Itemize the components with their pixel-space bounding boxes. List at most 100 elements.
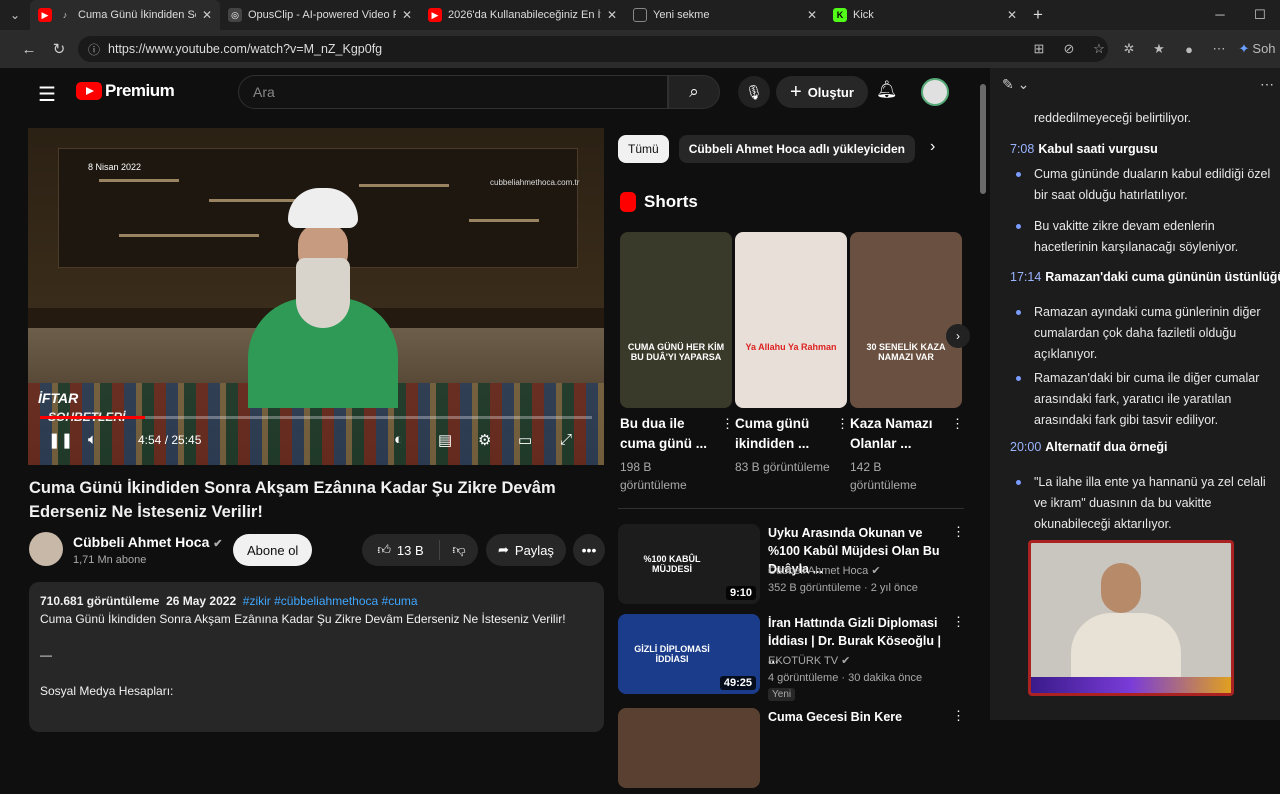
short-thumbnail[interactable]: 30 SENELİK KAZA NAMAZI VAR <box>850 232 962 408</box>
profile-icon[interactable]: ● <box>1174 42 1204 57</box>
theater-mode-icon[interactable]: ▭ <box>518 431 532 449</box>
chip-from-uploader[interactable]: Cübbeli Ahmet Hoca adlı yükleyiciden <box>678 135 915 163</box>
reload-icon[interactable]: ↻ <box>44 40 74 58</box>
recommended-video[interactable]: GİZLİ DİPLOMASİ İDDİASI 49:25 İran Hattınd… <box>618 614 978 701</box>
tab-new[interactable]: Yeni sekme ✕ <box>625 0 825 30</box>
short-card[interactable]: 30 SENELİK KAZA NAMAZI VAR Kaza Namazı Ol… <box>850 232 964 494</box>
video-title[interactable]: Cuma Gecesi Bin Kere <box>768 708 948 726</box>
share-button[interactable]: ➦ Paylaş <box>486 534 566 566</box>
short-card[interactable]: Ya Allahu Ya Rahman Cuma günü ikindiden .… <box>735 232 849 476</box>
video-channel[interactable]: Cübbeli Ahmet Hoca ✔ <box>768 564 881 577</box>
video-date-badge: 8 Nisan 2022 <box>88 162 142 172</box>
apps-icon[interactable]: ⊞ <box>1024 41 1054 57</box>
favorites-icon[interactable]: ★ <box>1144 41 1174 57</box>
settings-gear-icon[interactable]: ⚙ <box>478 431 491 449</box>
summary-section-heading[interactable]: 17:14 Ramazan'daki cuma gününün üstünlüğü <box>1010 270 1280 284</box>
tab-kick[interactable]: K Kick ✕ <box>825 0 1025 30</box>
notifications-bell-icon[interactable]: 🔔︎ <box>876 80 898 100</box>
compose-icon[interactable]: ✎ ⌄ <box>1002 76 1029 93</box>
short-menu-icon[interactable]: ⋮ <box>721 416 734 432</box>
menu-icon[interactable]: ☰ <box>38 82 56 107</box>
search-button[interactable]: ⌕ <box>668 75 720 109</box>
copilot-button[interactable]: ✦ Soh <box>1234 41 1280 57</box>
short-title[interactable]: Cuma günü ikindiden ... <box>735 414 830 454</box>
short-card[interactable]: CUMA GÜNÜ HER KİM BU DUÂ'YI YAPARSA Bu du… <box>620 232 734 494</box>
channel-name-link[interactable]: Cübbeli Ahmet Hoca ✔ <box>73 534 223 550</box>
more-options-icon[interactable]: ⋯ <box>1204 41 1234 57</box>
tab-actions-menu[interactable]: ⌄ <box>0 0 30 30</box>
shorts-next-button[interactable]: › <box>946 324 970 348</box>
new-tab-button[interactable]: + <box>1025 0 1055 30</box>
video-menu-icon[interactable]: ⋮ <box>952 524 965 540</box>
close-tab-icon[interactable]: ✕ <box>807 8 817 22</box>
like-button[interactable]: 👍︎ 13 B <box>362 540 440 560</box>
more-actions-button[interactable]: ••• <box>573 534 605 566</box>
close-tab-icon[interactable]: ✕ <box>402 8 412 22</box>
timestamp-link[interactable]: 20:00 <box>1010 440 1041 454</box>
favorite-star-icon[interactable]: ☆ <box>1084 41 1114 57</box>
description-box[interactable]: 710.681 görüntüleme 26 May 2022 #zikir #… <box>29 582 604 732</box>
extensions-icon[interactable]: ✲ <box>1114 41 1144 57</box>
tab-youtube-2026[interactable]: ▶ 2026'da Kullanabileceğiniz En İyi Ü ✕ <box>420 0 625 30</box>
timestamp-link[interactable]: 7:08 <box>1010 142 1034 156</box>
video-player[interactable]: 8 Nisan 2022 cubbeliahmethoca.com.tr İFT… <box>28 128 604 465</box>
voice-search-button[interactable]: 🎙︎ <box>738 76 770 108</box>
tab-title: 2026'da Kullanabileceğiniz En İyi Ü <box>448 9 601 21</box>
channel-avatar[interactable] <box>29 532 63 566</box>
short-views: 83 B görüntüleme <box>735 460 830 474</box>
chips-next-icon[interactable]: › <box>930 138 935 156</box>
maximize-icon[interactable]: ☐ <box>1240 0 1280 30</box>
dislike-button[interactable]: 👎︎ <box>440 542 478 558</box>
fullscreen-icon[interactable]: ⤢ <box>560 431 572 448</box>
short-menu-icon[interactable]: ⋮ <box>951 416 964 432</box>
recommended-video[interactable]: Cuma Gecesi Bin Kere ⋮ <box>618 708 978 794</box>
chip-all[interactable]: Tümü <box>618 135 669 163</box>
short-menu-icon[interactable]: ⋮ <box>836 416 849 432</box>
video-thumbnail[interactable]: GİZLİ DİPLOMASİ İDDİASI 49:25 <box>618 614 760 694</box>
minimize-icon[interactable]: ─ <box>1200 0 1240 30</box>
short-title[interactable]: Bu dua ile cuma günü ... <box>620 414 715 454</box>
autoplay-toggle-icon[interactable]: ◐ <box>394 431 403 448</box>
progress-bar[interactable] <box>40 416 592 419</box>
new-tab-favicon-icon <box>633 8 647 22</box>
short-thumbnail[interactable]: Ya Allahu Ya Rahman <box>735 232 847 408</box>
create-button[interactable]: + Oluştur <box>776 76 868 108</box>
summary-section-heading[interactable]: 20:00 Alternatif dua örneği <box>1010 440 1168 454</box>
timestamp-link[interactable]: 17:14 <box>1010 270 1041 284</box>
tab-youtube-video[interactable]: ▶ ♪ Cuma Günü İkindiden Sonra A ✕ <box>30 0 220 30</box>
video-menu-icon[interactable]: ⋮ <box>952 614 965 630</box>
description-meta: 710.681 görüntüleme 26 May 2022 #zikir #… <box>40 592 593 610</box>
turban <box>288 188 358 228</box>
summary-section-heading[interactable]: 7:08 Kabul saati vurgusu <box>1010 142 1158 156</box>
address-bar[interactable]: ⓘ https://www.youtube.com/watch?v=M_nZ_K… <box>78 36 1108 62</box>
subtitles-icon[interactable]: ▤ <box>438 431 452 449</box>
video-thumbnail[interactable]: %100 KABÛL MÜJDESİ 9:10 <box>618 524 760 604</box>
short-thumbnail[interactable]: CUMA GÜNÜ HER KİM BU DUÂ'YI YAPARSA <box>620 232 732 408</box>
tab-opusclip[interactable]: ◎ OpusClip - AI-powered Video Repu ✕ <box>220 0 420 30</box>
pause-icon[interactable]: ❚❚ <box>48 431 73 449</box>
close-tab-icon[interactable]: ✕ <box>1007 8 1017 22</box>
youtube-logo[interactable]: Premium <box>76 81 175 101</box>
short-thumbnail-caption: Ya Allahu Ya Rahman <box>745 342 837 352</box>
search-input[interactable]: Ara <box>238 75 668 109</box>
close-tab-icon[interactable]: ✕ <box>202 8 212 22</box>
calligraphy-stroke <box>469 219 539 222</box>
short-title[interactable]: Kaza Namazı Olanlar ... <box>850 414 945 454</box>
panel-more-icon[interactable]: ⋯ <box>1260 76 1274 93</box>
video-channel[interactable]: EKOTÜRK TV ✔ <box>768 654 850 667</box>
page-scrollbar[interactable] <box>978 68 988 720</box>
subscribe-button[interactable]: Abone ol <box>233 534 313 566</box>
account-avatar[interactable] <box>921 78 949 106</box>
hashtags[interactable]: #zikir #cübbeliahmethoca #cuma <box>243 594 418 608</box>
kick-favicon-icon: K <box>833 8 847 22</box>
video-thumbnail[interactable] <box>618 708 760 788</box>
scrollbar-thumb[interactable] <box>980 84 986 194</box>
video-menu-icon[interactable]: ⋮ <box>952 708 965 724</box>
audio-playing-icon[interactable]: ♪ <box>58 8 72 22</box>
back-icon[interactable]: ← <box>14 41 44 58</box>
tracking-icon[interactable]: ⊘ <box>1054 41 1084 57</box>
close-tab-icon[interactable]: ✕ <box>607 8 617 22</box>
volume-icon[interactable]: 🔈︎ <box>88 431 97 448</box>
recommended-video[interactable]: %100 KABÛL MÜJDESİ 9:10 Uyku Arasında Okun… <box>618 524 978 610</box>
site-info-icon[interactable]: ⓘ <box>88 41 100 58</box>
